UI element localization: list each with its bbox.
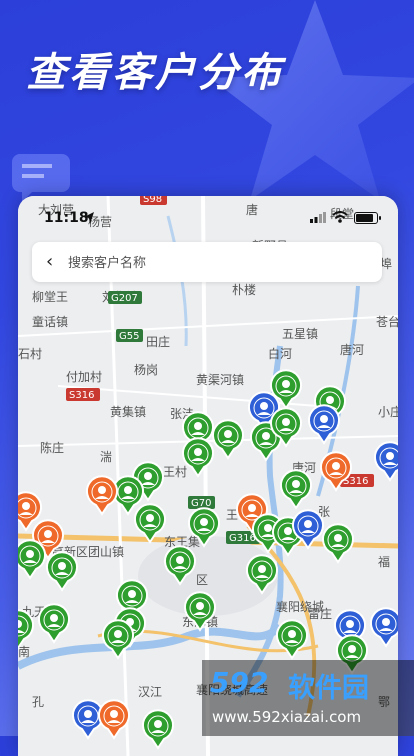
place-label: 五星镇 [282, 327, 318, 341]
status-bar: 11:18 [18, 196, 398, 240]
watermark-url: www.592xiazai.com [212, 708, 362, 726]
place-label: 石村 [18, 347, 42, 361]
place-label: 黄集镇 [110, 404, 146, 419]
place-label: 福 [378, 554, 390, 569]
location-arrow-icon [84, 212, 94, 224]
place-label: 雷庄 [308, 606, 332, 621]
place-label: 苍台 [376, 314, 398, 329]
place-label: 杨岗 [134, 362, 158, 377]
place-label: 田庄 [146, 334, 170, 349]
place-label: 王村 [163, 465, 187, 479]
place-label: 朴楼 [232, 282, 256, 297]
road-shield-label: G55 [119, 331, 139, 342]
road-shield-label: G316 [229, 533, 256, 544]
search-input[interactable] [66, 250, 370, 276]
signal-icon [310, 212, 326, 223]
place-label: 汉江 [138, 685, 162, 699]
place-label: 童话镇 [32, 314, 68, 329]
place-label: 区 [196, 573, 208, 587]
road-shield-label: S316 [69, 390, 94, 401]
place-label: 小庄 [378, 404, 398, 419]
road-shield-label: G70 [191, 498, 211, 509]
place-label: 湍 [100, 450, 112, 464]
status-time: 11:18 [44, 210, 89, 226]
battery-icon [354, 212, 381, 224]
place-label: 付加村 [66, 370, 102, 384]
place-label: 白河 [268, 346, 292, 361]
promo-title: 查看客户分布 [26, 50, 284, 96]
road-shield-label: G207 [111, 293, 138, 304]
watermark-number: 592 [210, 666, 269, 699]
place-label: 孔 [32, 695, 44, 709]
chevron-left-icon[interactable]: ‹ [46, 253, 53, 271]
search-bar[interactable]: ‹ [32, 242, 382, 282]
place-label: 唐河 [340, 342, 364, 357]
wifi-icon [332, 211, 348, 223]
place-label: 柳堂王 [32, 290, 68, 304]
watermark: 592 软件园 www.592xiazai.com [202, 660, 414, 736]
place-label: 陈庄 [40, 440, 64, 455]
star-decoration [210, 0, 414, 200]
place-label: 黄渠河镇 [196, 373, 244, 387]
watermark-name: 软件园 [288, 673, 369, 704]
